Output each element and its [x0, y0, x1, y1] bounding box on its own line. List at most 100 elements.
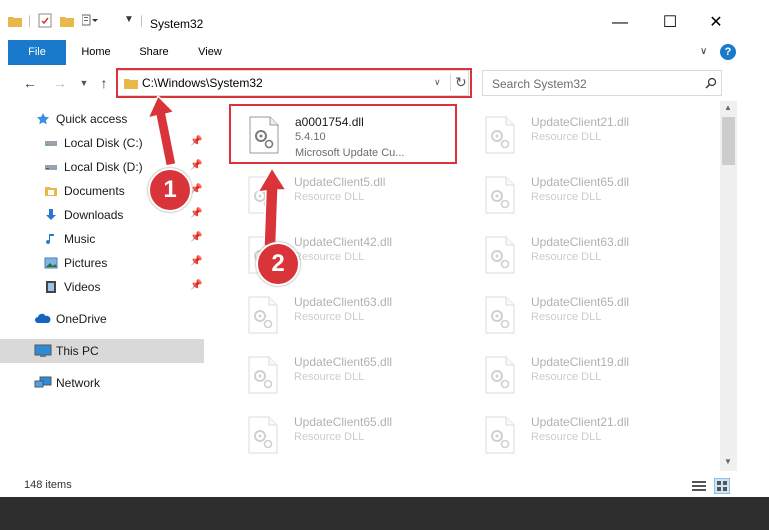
file-item[interactable]: UpdateClient63.dll Resource DLL [467, 226, 703, 284]
file-detail: Resource DLL [294, 311, 365, 323]
search-input[interactable]: Search System32 [492, 77, 587, 91]
dll-file-icon [485, 416, 515, 454]
scroll-up-icon[interactable]: ▲ [724, 103, 732, 112]
tab-home[interactable]: Home [74, 40, 118, 65]
tab-share[interactable]: Share [132, 40, 176, 65]
star-icon [37, 113, 49, 125]
file-detail: Resource DLL [531, 191, 602, 203]
file-item[interactable]: UpdateClient65.dll Resource DLL [467, 286, 703, 344]
nav-music[interactable]: Music 📌 [0, 227, 204, 251]
nav-pictures[interactable]: Pictures 📌 [0, 251, 204, 275]
file-detail: Resource DLL [531, 311, 602, 323]
title-bar: | ▼ | System32 — ☐ ✕ [0, 0, 769, 41]
file-name: UpdateClient19.dll [531, 355, 630, 369]
properties-icon[interactable] [38, 13, 52, 28]
back-button[interactable]: ← [20, 73, 40, 93]
file-description: Microsoft Update Cu... [295, 147, 405, 159]
scroll-down-icon[interactable]: ▼ [724, 457, 732, 466]
nav-label: Videos [64, 280, 101, 294]
nav-label: Pictures [64, 256, 108, 270]
file-item[interactable]: UpdateClient65.dll Resource DLL [230, 406, 466, 464]
nav-label: Downloads [64, 208, 124, 222]
pin-icon[interactable]: 📌 [190, 136, 202, 147]
qat-dropdown-icon[interactable]: ▼ [124, 14, 134, 25]
dll-file-icon [248, 356, 278, 394]
selected-file-highlight-box: a0001754.dll 5.4.10 Microsoft Update Cu... [229, 104, 457, 164]
expand-ribbon-icon[interactable]: ∨ [700, 46, 707, 57]
minimize-button[interactable]: — [600, 8, 640, 38]
pin-icon[interactable]: 📌 [190, 280, 202, 291]
forward-button[interactable]: → [50, 73, 70, 93]
file-detail: Resource DLL [531, 431, 602, 443]
computer-icon [34, 344, 52, 357]
downloads-icon [46, 209, 56, 220]
separator: | [28, 13, 32, 27]
close-button[interactable]: ✕ [696, 8, 736, 38]
nav-label: This PC [56, 344, 99, 358]
drive-icon [45, 165, 57, 170]
drive-icon [45, 141, 57, 146]
nav-this-pc[interactable]: This PC [0, 339, 204, 363]
step-1-badge: 1 [148, 168, 192, 212]
new-folder-icon[interactable] [60, 15, 74, 27]
file-detail: Resource DLL [294, 251, 365, 263]
pin-icon[interactable]: 📌 [190, 232, 202, 243]
tab-file[interactable]: File [8, 40, 66, 65]
nav-label: Quick access [56, 112, 128, 126]
large-icons-view-icon[interactable] [714, 478, 730, 494]
dll-file-icon [485, 116, 515, 154]
help-button[interactable]: ? [720, 44, 736, 60]
cloud-icon [35, 313, 51, 323]
file-name: UpdateClient63.dll [531, 235, 630, 249]
dll-file-icon [485, 356, 515, 394]
vertical-scrollbar[interactable]: ▲ ▼ [720, 101, 737, 471]
tab-view[interactable]: View [188, 40, 232, 65]
up-button[interactable]: ↑ [94, 73, 114, 93]
pin-icon[interactable]: 📌 [190, 208, 202, 219]
address-highlight-box [116, 68, 472, 98]
pin-icon[interactable]: 📌 [190, 160, 202, 171]
documents-icon [45, 187, 57, 196]
file-item-selected[interactable]: a0001754.dll 5.4.10 Microsoft Update Cu... [231, 106, 467, 164]
dll-file-icon [248, 296, 278, 334]
step-2-badge: 2 [256, 242, 300, 286]
nav-label: Network [56, 376, 101, 390]
nav-quick-access[interactable]: Quick access [0, 107, 204, 131]
pin-icon[interactable]: 📌 [190, 256, 202, 267]
nav-label: Documents [64, 184, 125, 198]
status-bar: 148 items [0, 475, 769, 497]
nav-videos[interactable]: Videos 📌 [0, 275, 204, 299]
file-detail: 5.4.10 [295, 131, 326, 143]
file-name: UpdateClient65.dll [294, 355, 393, 369]
dll-file-icon [485, 176, 515, 214]
nav-onedrive[interactable]: OneDrive [0, 307, 204, 331]
file-item[interactable]: UpdateClient65.dll Resource DLL [230, 346, 466, 404]
file-name: a0001754.dll [295, 115, 364, 129]
nav-label: Local Disk (C:) [64, 136, 143, 150]
network-icon [34, 376, 52, 388]
scroll-thumb[interactable] [722, 117, 735, 165]
file-item[interactable]: UpdateClient21.dll Resource DLL [467, 406, 703, 464]
file-name: UpdateClient65.dll [294, 415, 393, 429]
file-item[interactable]: UpdateClient19.dll Resource DLL [467, 346, 703, 404]
pictures-icon [44, 257, 58, 269]
file-item[interactable]: UpdateClient5.dll Resource DLL [230, 166, 466, 224]
nav-local-disk-c[interactable]: Local Disk (C:) 📌 [0, 131, 204, 155]
dll-file-icon [248, 416, 278, 454]
folder-icon [8, 17, 22, 27]
file-detail: Resource DLL [531, 371, 602, 383]
file-item[interactable]: UpdateClient21.dll Resource DLL [467, 106, 703, 164]
details-view-icon[interactable] [692, 480, 706, 492]
file-name: UpdateClient21.dll [531, 415, 630, 429]
nav-label: Local Disk (D:) [64, 160, 143, 174]
search-box[interactable]: Search System32 [482, 70, 722, 96]
ribbon-tabs: File Home Share View ∨ ? [0, 40, 769, 66]
file-item[interactable]: UpdateClient63.dll Resource DLL [230, 286, 466, 344]
nav-network[interactable]: Network [0, 371, 204, 395]
maximize-button[interactable]: ☐ [650, 8, 690, 38]
customize-icon[interactable] [82, 13, 98, 27]
recent-locations-icon[interactable]: ▼ [74, 73, 94, 93]
dll-file-icon [249, 116, 279, 154]
search-icon[interactable] [705, 77, 717, 89]
file-item[interactable]: UpdateClient65.dll Resource DLL [467, 166, 703, 224]
